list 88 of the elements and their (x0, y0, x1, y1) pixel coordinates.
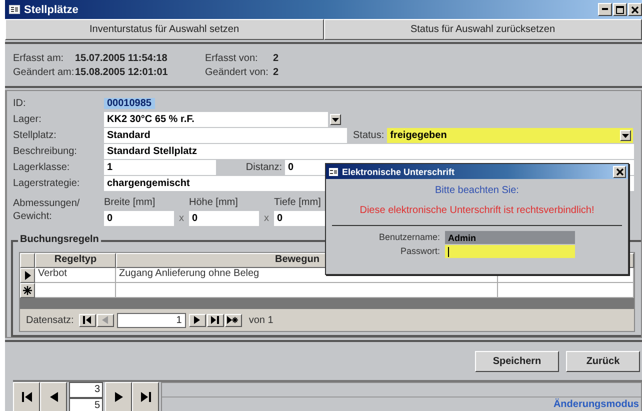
current-row-icon (24, 271, 30, 280)
action-button[interactable]: Status für Auswahl zurücksetzen (324, 19, 642, 40)
input-field[interactable]: Standard (104, 128, 347, 143)
window-title: Stellplätze (24, 4, 78, 16)
last-record-icon (210, 315, 220, 325)
field-value: 15.07.2005 11:54:18 (75, 52, 168, 64)
next-record-button[interactable] (105, 382, 132, 411)
field-label: Datensatz: (26, 314, 74, 326)
close-icon (631, 6, 639, 14)
input-field[interactable]: Standard Stellplatz (104, 144, 634, 159)
field-label: Tiefe [mm] (274, 197, 322, 208)
next-record-icon (192, 315, 202, 325)
form-icon (329, 168, 338, 176)
field-label: Höhe [mm] (189, 197, 239, 208)
text-cursor (448, 246, 449, 256)
record-number-field[interactable]: 1 (116, 312, 186, 328)
field-label: Erfasst am: (13, 52, 65, 64)
field-label: Breite [mm] (104, 197, 156, 208)
dialog-title: Elektronische Unterschrift (342, 166, 455, 176)
input-field[interactable]: 0 (189, 211, 259, 226)
last-record-button[interactable] (206, 314, 224, 326)
field-value: 2 (273, 66, 280, 78)
field-value: 2 (273, 52, 280, 64)
dropdown-field[interactable]: KK2 30°C 65 % r.F. (104, 112, 328, 127)
minimize-button[interactable] (598, 3, 612, 16)
maximize-button[interactable] (613, 3, 627, 16)
close-button[interactable] (613, 166, 626, 178)
first-record-icon (82, 315, 92, 325)
record-count: von 1 (248, 314, 274, 326)
row-selector[interactable] (20, 283, 35, 298)
minimize-icon (602, 8, 608, 10)
previous-record-button[interactable] (40, 382, 67, 411)
table-cell: Verbot (35, 268, 116, 283)
field-label: Abmessungen/ Gewicht: (13, 197, 81, 224)
maximize-icon (616, 6, 624, 14)
field-label: Stellplatz: (13, 130, 58, 141)
new-record-icon (227, 315, 240, 325)
caret-icon (622, 134, 630, 138)
action-button[interactable]: Zurück (566, 351, 640, 372)
multiply-sign: x (263, 213, 270, 224)
field-label: Status: (353, 130, 384, 141)
field-label: Benutzername: (378, 231, 440, 244)
dropdown-field[interactable]: freigegeben (387, 128, 634, 143)
field-label: Beschreibung: (13, 146, 78, 157)
row-selector[interactable] (20, 268, 35, 283)
field-label: Lagerstrategie: (13, 178, 81, 189)
field-label: Geändert am: (13, 66, 75, 78)
field-label: ID: (13, 98, 27, 109)
action-button[interactable]: Speichern (475, 351, 559, 372)
input-field[interactable]: 0 (104, 211, 174, 226)
new-record-button[interactable] (224, 314, 242, 326)
warning-text: Diese elektronische Unterschrift ist rechtsverbindlich! (332, 205, 622, 226)
multiply-sign: x (178, 213, 185, 224)
caret-icon (332, 118, 339, 122)
first-record-button[interactable] (13, 382, 40, 411)
dialog-heading: Bitte beachten Sie: (434, 185, 520, 196)
input-field[interactable] (445, 245, 575, 258)
action-button[interactable]: Inventurstatus für Auswahl setzen (5, 19, 324, 40)
first-record-icon (20, 391, 32, 403)
field-value: 15.08.2005 12:01:01 (75, 66, 169, 78)
previous-record-icon (100, 315, 110, 325)
next-record-button[interactable] (188, 314, 206, 326)
group-title: Buchungsregeln (18, 234, 101, 245)
mode-label: Änderungsmodus (553, 399, 639, 411)
input-field[interactable]: 00010985 (104, 96, 154, 111)
next-record-icon (112, 391, 124, 403)
last-record-button[interactable] (132, 382, 159, 411)
field-label: Distanz: (244, 162, 282, 173)
dropdown-button[interactable] (620, 130, 632, 141)
new-row-icon (23, 286, 32, 295)
field-label: Lager: (13, 114, 42, 125)
form-icon (9, 5, 20, 14)
row-selector (20, 253, 35, 268)
field-label: Lagerklasse: (13, 162, 71, 173)
first-record-button[interactable] (78, 314, 96, 326)
last-record-icon (140, 391, 152, 403)
record-number-field[interactable]: 3 (69, 382, 103, 398)
dropdown-button[interactable] (330, 114, 341, 125)
field-label: Geändert von: (205, 66, 270, 78)
close-button[interactable] (628, 3, 642, 16)
column-header: Regeltyp (35, 253, 116, 268)
close-icon (616, 168, 624, 176)
record-count: 5 (69, 398, 103, 411)
input-field[interactable]: 1 (104, 160, 216, 175)
previous-record-button[interactable] (96, 314, 114, 326)
input-field[interactable]: Admin (445, 231, 575, 244)
previous-record-icon (48, 391, 60, 403)
field-label: Erfasst von: (205, 52, 259, 64)
